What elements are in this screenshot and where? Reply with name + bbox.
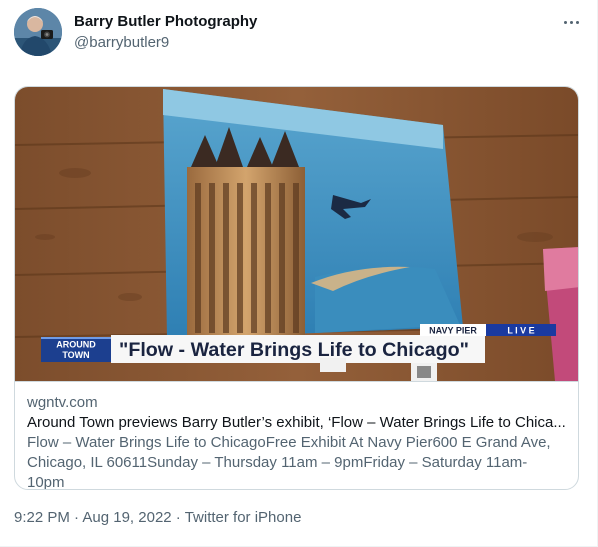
meta-separator: ·	[69, 509, 83, 526]
tweet-header: Barry Butler Photography @barrybutler9	[14, 8, 584, 60]
tweet-source: Twitter for iPhone	[184, 509, 302, 526]
wall-tag	[320, 358, 346, 372]
author-display-name[interactable]: Barry Butler Photography	[74, 12, 257, 32]
lower-third-tag-line2: TOWN	[62, 350, 89, 360]
more-options-icon	[563, 20, 567, 24]
lower-third-tag-line1: AROUND	[56, 340, 96, 350]
tweet-date[interactable]: Aug 19, 2022	[82, 509, 171, 526]
tweet-metadata: 9:22 PM · Aug 19, 2022 · Twitter for iPh…	[14, 508, 301, 528]
link-preview-card[interactable]: AROUND TOWN "Flow - Water Brings Life to…	[14, 86, 579, 490]
more-options-button[interactable]	[558, 11, 584, 33]
lower-third-headline: "Flow - Water Brings Life to Chicago"	[119, 340, 469, 361]
author-handle[interactable]: @barrybutler9	[74, 33, 257, 53]
person-with-camera-avatar-icon	[14, 8, 62, 56]
location-label: NAVY PIER	[429, 326, 477, 336]
link-description: Flow – Water Brings Life to ChicagoFree …	[27, 434, 551, 490]
link-preview-image[interactable]: AROUND TOWN "Flow - Water Brings Life to…	[15, 87, 579, 381]
meta-separator: ·	[171, 509, 185, 526]
author-avatar[interactable]	[14, 8, 62, 56]
more-options-dot	[569, 20, 573, 24]
tweet-time[interactable]: 9:22 PM	[14, 509, 70, 526]
live-label: L I V E	[507, 326, 534, 336]
link-domain: wgntv.com	[27, 394, 98, 411]
more-options-dot	[575, 20, 579, 24]
link-preview-body[interactable]: wgntv.com Around Town previews Barry But…	[15, 381, 578, 489]
link-title: Around Town previews Barry Butler’s exhi…	[27, 414, 566, 431]
